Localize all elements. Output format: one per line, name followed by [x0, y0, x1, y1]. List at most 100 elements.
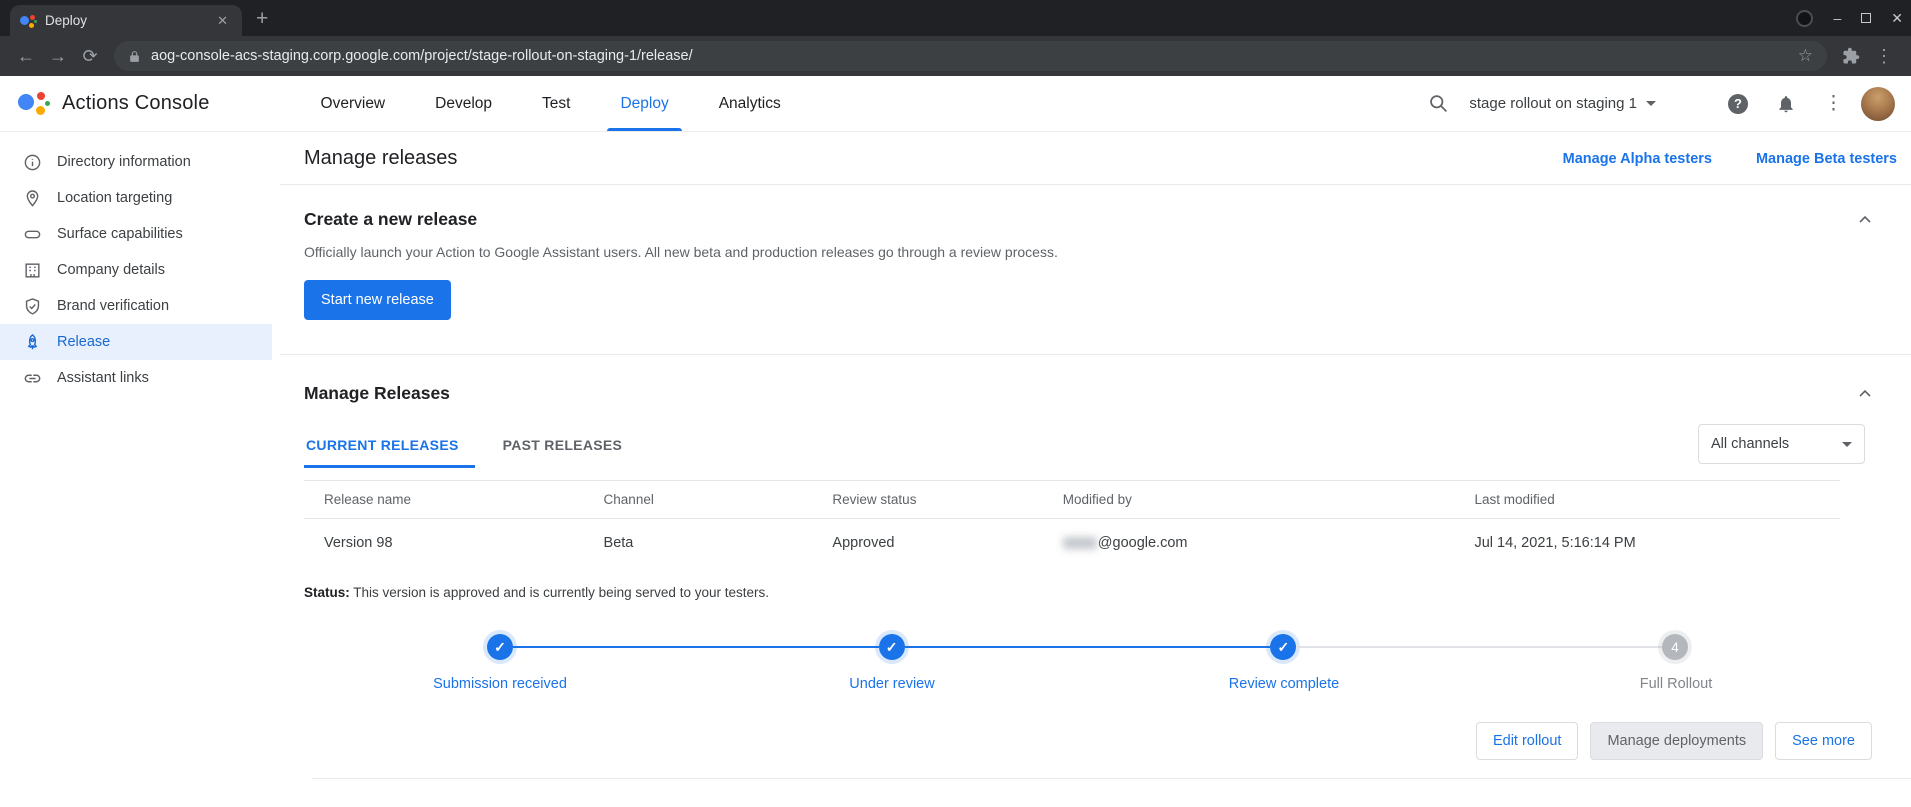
- sidebar-item-release[interactable]: Release: [0, 324, 272, 360]
- manage-deployments-button[interactable]: Manage deployments: [1590, 722, 1763, 760]
- more-options-icon[interactable]: ⋮: [1824, 92, 1843, 115]
- sidebar-item-label: Directory information: [57, 154, 191, 170]
- edit-rollout-button[interactable]: Edit rollout: [1476, 722, 1579, 760]
- sidebar-item-label: Location targeting: [57, 190, 172, 206]
- nav-analytics[interactable]: Analytics: [694, 76, 806, 131]
- collapse-chevron-up-icon[interactable]: [1855, 384, 1875, 404]
- cell-channel: Beta: [584, 519, 813, 568]
- window-minimize-button[interactable]: –: [1833, 10, 1841, 26]
- tab-past-releases[interactable]: PAST RELEASES: [501, 424, 639, 468]
- chevron-down-icon: [1646, 101, 1656, 106]
- sidebar-item-company-details[interactable]: Company details: [0, 252, 272, 288]
- page-title: Manage releases: [304, 147, 457, 170]
- search-icon[interactable]: [1428, 93, 1449, 114]
- step-check-icon: ✓: [879, 634, 905, 660]
- forward-button[interactable]: →: [42, 46, 74, 67]
- sidebar: Directory information Location targeting…: [0, 132, 272, 807]
- nav-overview[interactable]: Overview: [296, 76, 411, 131]
- url-text: aog-console-acs-staging.corp.google.com/…: [151, 48, 693, 64]
- releases-table: Release name Channel Review status Modif…: [304, 480, 1840, 567]
- tab-title: Deploy: [45, 13, 204, 28]
- step-label-full-rollout: Full Rollout: [1480, 676, 1872, 692]
- sidebar-item-label: Surface capabilities: [57, 226, 183, 242]
- brand-verification-icon: [22, 296, 42, 316]
- step-connector: [905, 646, 1271, 648]
- browser-menu-icon[interactable]: ⋮: [1875, 46, 1893, 67]
- lock-icon: [128, 50, 141, 63]
- sidebar-item-label: Assistant links: [57, 370, 149, 386]
- create-release-title: Create a new release: [304, 209, 477, 230]
- see-more-button[interactable]: See more: [1775, 722, 1872, 760]
- notifications-icon[interactable]: [1776, 94, 1796, 114]
- table-row[interactable]: Version 98 Beta Approved @google.com Jul…: [304, 519, 1840, 568]
- nav-test[interactable]: Test: [517, 76, 595, 131]
- browser-profile-icon[interactable]: [1796, 10, 1813, 27]
- cell-review-status: Approved: [812, 519, 1042, 568]
- create-release-description: Officially launch your Action to Google …: [304, 244, 1911, 260]
- sidebar-item-location-targeting[interactable]: Location targeting: [0, 180, 272, 216]
- tab-favicon-icon: [20, 13, 36, 29]
- start-new-release-button[interactable]: Start new release: [304, 280, 451, 320]
- sidebar-item-directory-information[interactable]: Directory information: [0, 144, 272, 180]
- status-label: Status:: [304, 585, 350, 600]
- manage-alpha-testers-link[interactable]: Manage Alpha testers: [1563, 151, 1712, 167]
- reload-button[interactable]: ⟳: [74, 46, 106, 67]
- address-bar[interactable]: aog-console-acs-staging.corp.google.com/…: [114, 41, 1827, 71]
- avatar[interactable]: [1861, 87, 1895, 121]
- surface-icon: [22, 224, 42, 244]
- sidebar-item-surface-capabilities[interactable]: Surface capabilities: [0, 216, 272, 252]
- browser-toolbar: ← → ⟳ aog-console-acs-staging.corp.googl…: [0, 36, 1911, 76]
- step-label-under-review: Under review: [696, 676, 1088, 692]
- divider: [312, 778, 1911, 779]
- release-icon: [22, 332, 42, 352]
- create-release-section: Create a new release Officially launch y…: [272, 185, 1911, 354]
- cell-modified-by: @google.com: [1043, 519, 1455, 568]
- manage-beta-testers-link[interactable]: Manage Beta testers: [1756, 151, 1897, 167]
- browser-tab[interactable]: Deploy ✕: [10, 5, 242, 36]
- redacted-name: [1063, 537, 1097, 549]
- col-modified-by: Modified by: [1043, 481, 1455, 519]
- help-icon[interactable]: ?: [1728, 94, 1748, 114]
- bookmark-star-icon[interactable]: ☆: [1798, 46, 1813, 66]
- nav-deploy[interactable]: Deploy: [595, 76, 693, 131]
- extensions-icon[interactable]: [1842, 47, 1860, 65]
- release-stepper: ✓ ✓ ✓ 4: [487, 634, 1688, 660]
- project-selector[interactable]: stage rollout on staging 1: [1469, 95, 1656, 112]
- tab-current-releases[interactable]: CURRENT RELEASES: [304, 424, 475, 468]
- new-tab-button[interactable]: +: [256, 7, 268, 31]
- col-review-status: Review status: [812, 481, 1042, 519]
- sidebar-item-brand-verification[interactable]: Brand verification: [0, 288, 272, 324]
- nav-develop[interactable]: Develop: [410, 76, 517, 131]
- app-title: Actions Console: [62, 92, 210, 115]
- window-maximize-button[interactable]: [1861, 13, 1871, 23]
- release-actions: Edit rollout Manage deployments See more: [304, 722, 1872, 760]
- app-header: Actions Console Overview Develop Test De…: [0, 76, 1911, 132]
- stepper-labels: Submission received Under review Review …: [304, 676, 1872, 692]
- back-button[interactable]: ←: [10, 46, 42, 67]
- info-icon: [22, 152, 42, 172]
- release-status-line: Status: This version is approved and is …: [304, 585, 1911, 600]
- step-check-icon: ✓: [1270, 634, 1296, 660]
- window-close-button[interactable]: ✕: [1891, 10, 1903, 27]
- channel-filter-select[interactable]: All channels: [1698, 424, 1865, 464]
- sidebar-item-label: Brand verification: [57, 298, 169, 314]
- col-channel: Channel: [584, 481, 813, 519]
- tab-close-icon[interactable]: ✕: [213, 11, 232, 31]
- browser-tabstrip: Deploy ✕ + – ✕: [0, 0, 1911, 36]
- step-label-review-complete: Review complete: [1088, 676, 1480, 692]
- cell-release-name: Version 98: [304, 519, 584, 568]
- channel-filter-value: All channels: [1711, 436, 1789, 452]
- top-navigation: Overview Develop Test Deploy Analytics: [296, 76, 806, 131]
- manage-releases-title: Manage Releases: [304, 383, 450, 404]
- cell-last-modified: Jul 14, 2021, 5:16:14 PM: [1454, 519, 1840, 568]
- collapse-chevron-up-icon[interactable]: [1855, 210, 1875, 230]
- sidebar-item-assistant-links[interactable]: Assistant links: [0, 360, 272, 396]
- manage-releases-section: Manage Releases CURRENT RELEASES PAST RE…: [272, 355, 1911, 779]
- step-check-icon: ✓: [487, 634, 513, 660]
- main-content: Manage releases Manage Alpha testers Man…: [272, 132, 1911, 807]
- step-connector: [1296, 646, 1662, 648]
- actions-console-logo-icon: [18, 88, 50, 120]
- sidebar-item-label: Company details: [57, 262, 165, 278]
- col-release-name: Release name: [304, 481, 584, 519]
- sidebar-item-label: Release: [57, 334, 110, 350]
